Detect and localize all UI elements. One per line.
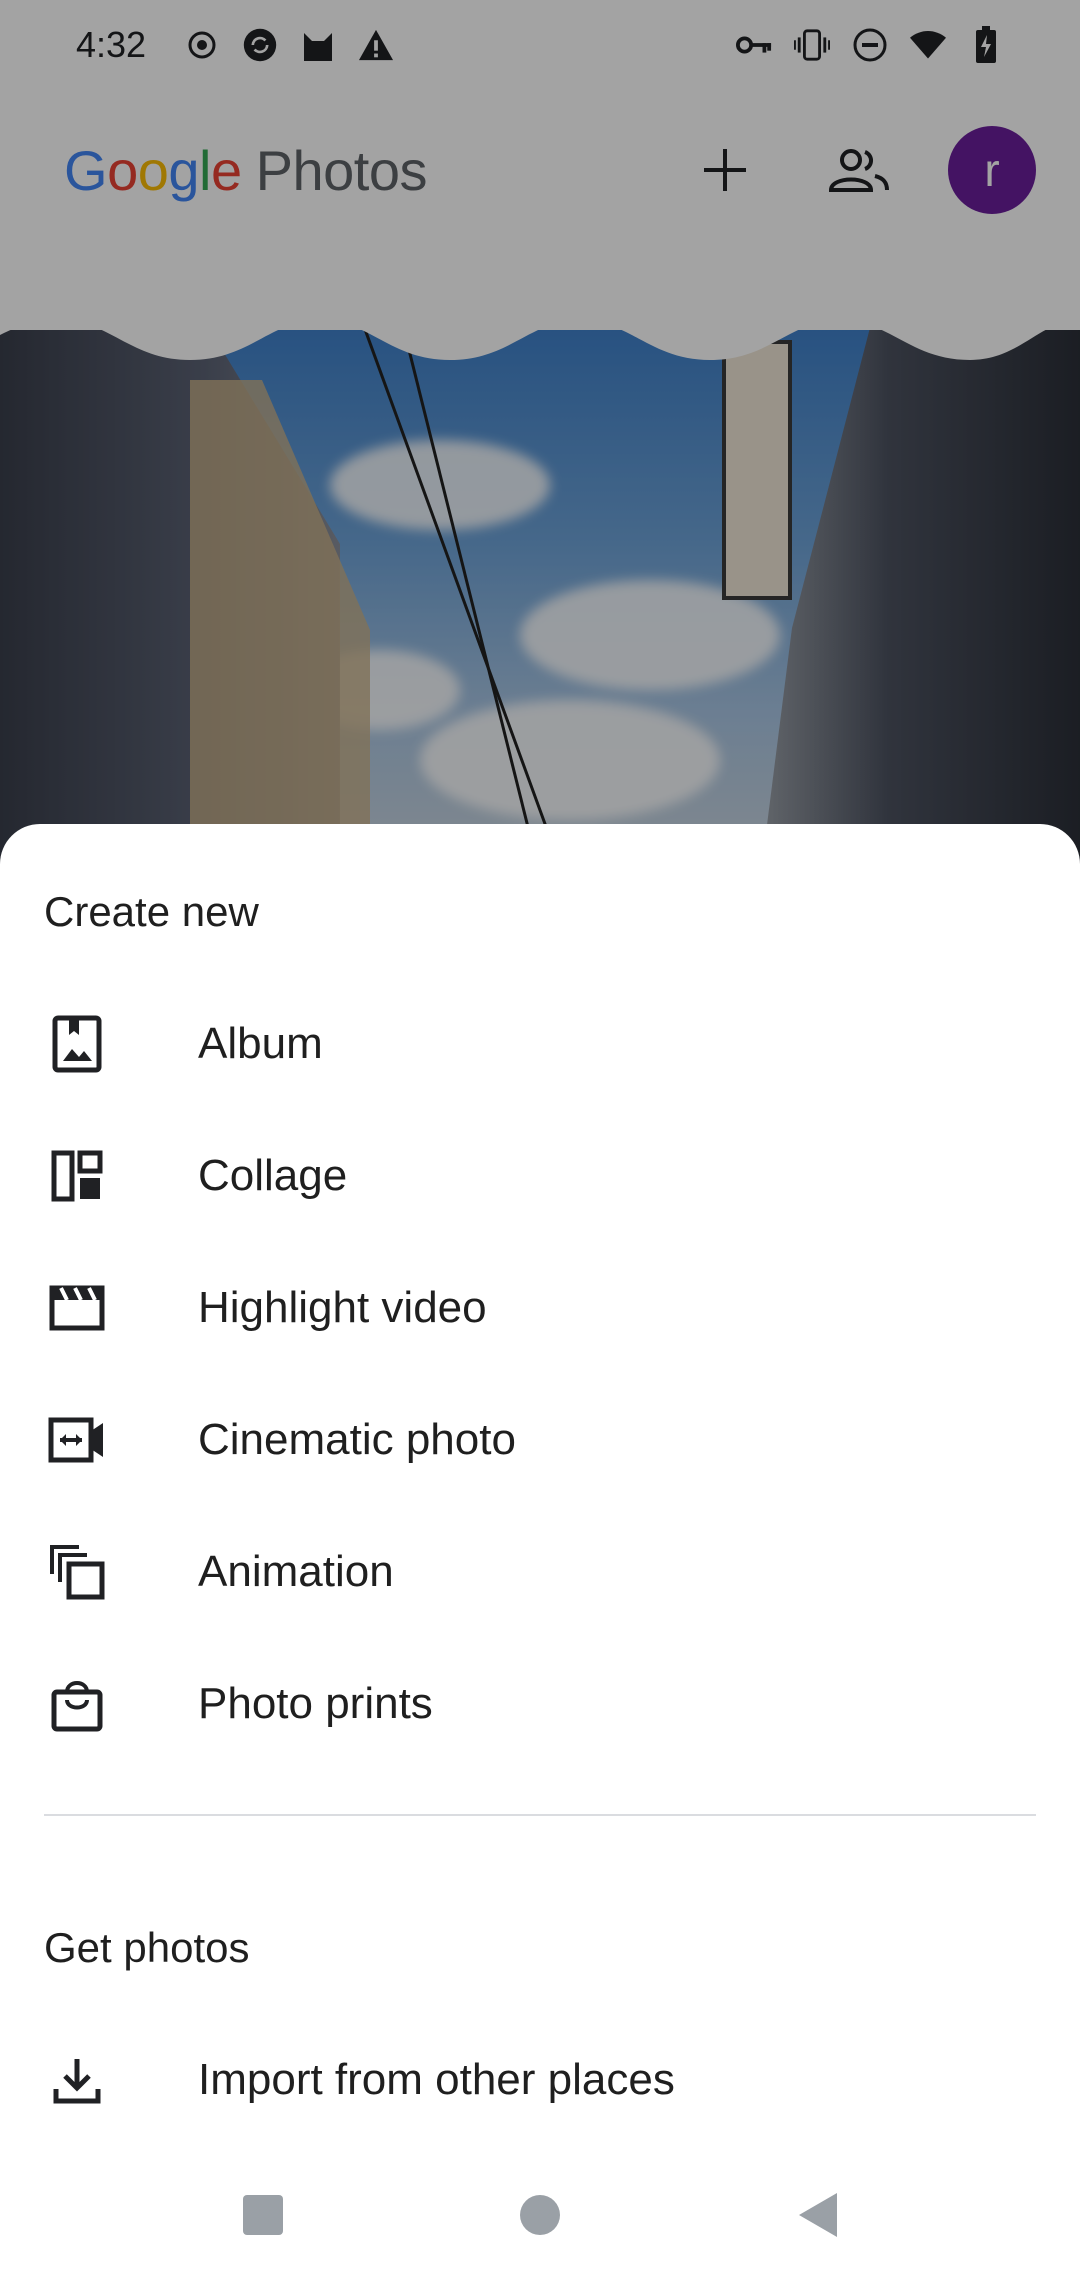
menu-item-label: Highlight video	[198, 1283, 487, 1332]
divider	[44, 1814, 1036, 1816]
animation-icon	[44, 1539, 110, 1605]
recents-button[interactable]	[238, 2190, 288, 2240]
menu-item-label: Photo prints	[198, 1679, 433, 1728]
menu-item-label: Import from other places	[198, 2055, 675, 2104]
menu-item-import[interactable]: Import from other places	[0, 2014, 1080, 2146]
create-new-sheet: Create new Album Collage Highlight video…	[0, 824, 1080, 2280]
menu-item-label: Animation	[198, 1547, 394, 1596]
collage-icon	[44, 1143, 110, 1209]
download-icon	[44, 2047, 110, 2113]
menu-item-highlight-video[interactable]: Highlight video	[0, 1242, 1080, 1374]
menu-item-label: Cinematic photo	[198, 1415, 516, 1464]
back-triangle-icon	[799, 2193, 837, 2237]
album-icon	[44, 1011, 110, 1077]
system-nav-bar	[0, 2150, 1080, 2280]
create-new-title: Create new	[44, 888, 259, 935]
menu-item-animation[interactable]: Animation	[0, 1506, 1080, 1638]
circle-icon	[520, 2195, 560, 2235]
menu-item-label: Album	[198, 1019, 323, 1068]
get-photos-title: Get photos	[44, 1924, 250, 1971]
menu-item-photo-prints[interactable]: Photo prints	[0, 1638, 1080, 1770]
menu-item-cinematic-photo[interactable]: Cinematic photo	[0, 1374, 1080, 1506]
square-icon	[243, 2195, 283, 2235]
home-button[interactable]	[515, 2190, 565, 2240]
screen: 4:32 G o o g l e Photos r Create new Alb…	[0, 0, 1080, 2280]
shopping-bag-icon	[44, 1671, 110, 1737]
back-button[interactable]	[792, 2190, 842, 2240]
highlight-video-icon	[44, 1275, 110, 1341]
menu-item-album[interactable]: Album	[0, 978, 1080, 1110]
menu-item-collage[interactable]: Collage	[0, 1110, 1080, 1242]
menu-item-label: Collage	[198, 1151, 348, 1200]
cinematic-photo-icon	[44, 1407, 110, 1473]
